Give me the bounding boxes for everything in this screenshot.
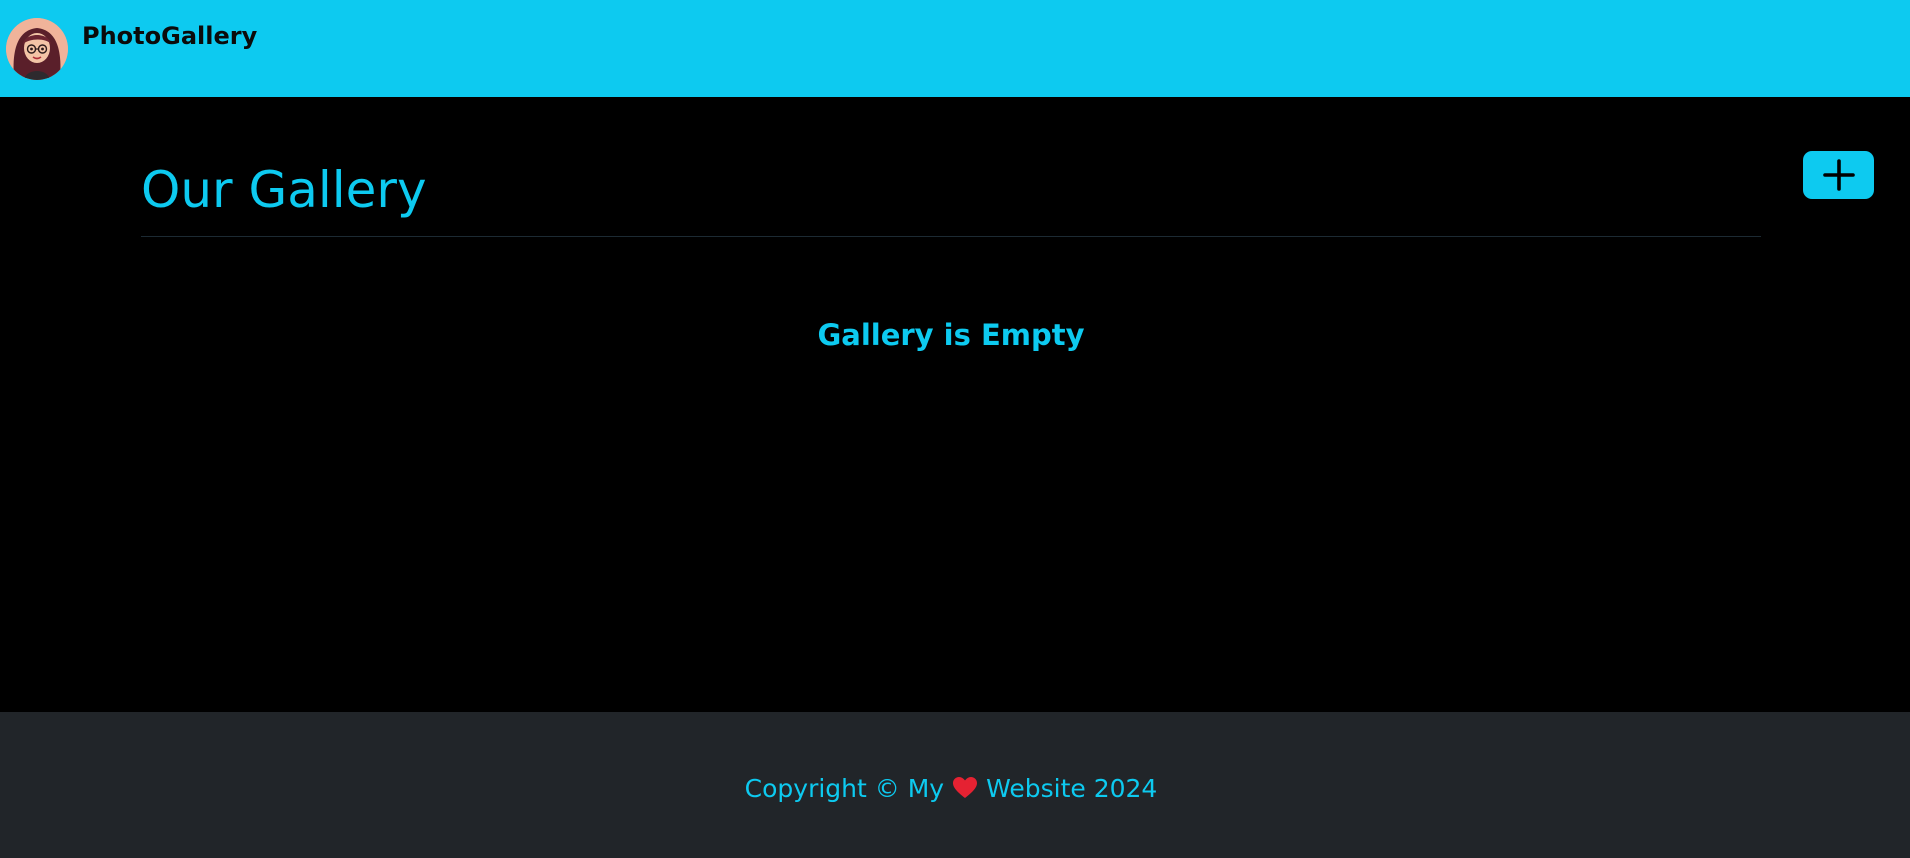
add-photo-button[interactable] [1803,151,1874,199]
gallery-section: Our Gallery Gallery is Empty [0,97,1910,712]
heart-icon [952,776,978,807]
navbar: PhotoGallery [0,0,1910,97]
brand-title[interactable]: PhotoGallery [82,22,257,50]
title-divider [141,236,1761,237]
avatar-cartoon-woman-icon [6,18,68,80]
footer: Copyright © My Website 2024 [0,712,1910,858]
copyright-text: Copyright © My Website 2024 [0,774,1902,807]
copyright-text-before: Copyright © My [744,774,945,803]
plus-icon [1822,159,1855,191]
copyright-text-after: Website 2024 [986,774,1158,803]
empty-gallery-message: Gallery is Empty [817,318,1085,352]
page-title: Our Gallery [141,161,427,219]
avatar[interactable] [6,18,68,80]
